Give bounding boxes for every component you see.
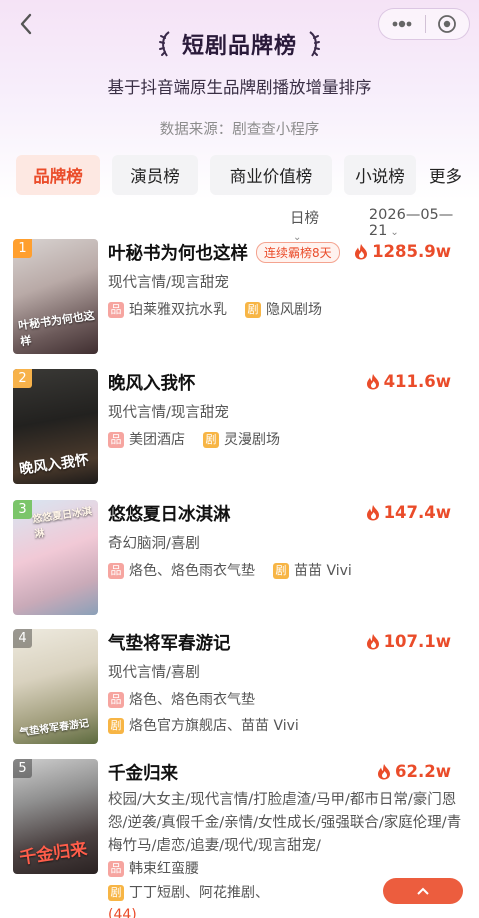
drama-title: 悠悠夏日冰淇淋 (108, 504, 231, 525)
brand-badge: 品 (108, 692, 124, 708)
drama-title: 气垫将军春游记 (108, 633, 231, 654)
more-button[interactable]: 更多 (429, 163, 462, 187)
floating-action-button[interactable] (383, 878, 463, 904)
cover-image: 4 气垫将军春游记 (13, 629, 98, 744)
heat-number: 62.2w (395, 762, 451, 781)
theater-badge: 剧 (108, 718, 124, 734)
flame-icon (378, 764, 391, 780)
laurel-icon (158, 31, 170, 57)
streak-badge: 连续霸榜8天 (256, 241, 340, 263)
rank-badge: 2 (13, 369, 32, 388)
heat-number: 411.6w (383, 372, 451, 391)
drama-title: 晚风入我怀 (108, 373, 196, 394)
drama-title: 叶秘书为何也这样 (108, 243, 248, 264)
rank-badge: 1 (13, 239, 32, 258)
theater-name: 隐风剧场 (266, 302, 322, 318)
cover-image: 1 叶秘书为何也这样 (13, 239, 98, 354)
heat-number: 107.1w (383, 632, 451, 651)
sponsor-line: 品 烙色、烙色雨衣气垫 剧 苗苗 Vivi (108, 560, 465, 582)
theater-name: 灵漫剧场 (224, 432, 280, 448)
cover-title: 千金归来 (18, 839, 89, 869)
brand-name: 美团酒店 (129, 432, 185, 448)
brand-name: 珀莱雅双抗水乳 (129, 302, 227, 318)
sponsor-line: 品 珀莱雅双抗水乳 剧 隐风剧场 (108, 299, 465, 321)
rank-badge: 3 (13, 500, 32, 519)
brand-badge: 品 (108, 861, 124, 877)
heat-number: 1285.9w (372, 242, 451, 261)
chevron-up-icon (417, 887, 429, 895)
theater-badge: 剧 (245, 302, 261, 318)
heat-value: 107.1w (366, 632, 451, 651)
theater-badge: 剧 (108, 885, 124, 901)
cover-image: 3 悠悠夏日冰淇淋 (13, 500, 98, 615)
cover-title: 晚风入我怀 (18, 452, 90, 478)
tab-novel[interactable]: 小说榜 (344, 155, 416, 195)
heat-value: 147.4w (366, 503, 451, 522)
brand-name: 烙色、烙色雨衣气垫 (129, 563, 255, 579)
theater-badge: 剧 (273, 563, 289, 579)
flame-icon (366, 374, 379, 390)
heat-number: 147.4w (383, 503, 451, 522)
page-title: 短剧品牌榜 (181, 34, 297, 59)
brand-badge: 品 (108, 302, 124, 318)
theater-name: 苗苗 Vivi (294, 563, 352, 579)
genre-text: 现代言情/现言甜宠 (108, 405, 229, 421)
theater-badge: 剧 (203, 432, 219, 448)
date-label: 2026—05—21 (368, 207, 454, 239)
heat-value: 1285.9w (354, 242, 451, 261)
laurel-icon (309, 31, 320, 57)
cover-title: 悠悠夏日冰淇淋 (31, 506, 93, 541)
tab-brand[interactable]: 品牌榜 (16, 155, 100, 195)
title-row: 短剧品牌榜 (0, 28, 479, 60)
brand-name: 烙色、烙色雨衣气垫 (129, 692, 255, 708)
item-info: 气垫将军春游记 107.1w 现代言情/喜剧 品 烙色、烙色雨衣气垫 剧 烙色官… (108, 629, 465, 737)
theater-name: 烙色官方旗舰店、苗苗 Vivi (129, 718, 299, 734)
heat-value: 62.2w (377, 762, 451, 781)
sponsor-line: 剧 烙色官方旗舰店、苗苗 Vivi (108, 715, 465, 737)
flame-icon (355, 244, 368, 260)
flame-icon (366, 505, 379, 521)
brand-badge: 品 (108, 432, 124, 448)
item-info: 悠悠夏日冰淇淋 147.4w 奇幻脑洞/喜剧 品 烙色、烙色雨衣气垫 剧 苗苗 … (108, 500, 465, 582)
caret-down-icon: ⌄ (390, 227, 399, 238)
brand-name: 韩束红蛮腰 (129, 861, 199, 877)
sponsor-line: 品 烙色、烙色雨衣气垫 (108, 689, 465, 711)
cover-image: 2 晚风入我怀 (13, 369, 98, 484)
item-info: 叶秘书为何也这样 连续霸榜8天 1285.9w 现代言情/现言甜宠 品 珀莱雅双… (108, 239, 465, 321)
subtitle: 基于抖音端原生品牌剧播放增量排序 (107, 78, 372, 97)
ranking-tabs: 品牌榜 演员榜 商业价值榜 小说榜 (16, 155, 416, 195)
genre-text: 现代言情/现言甜宠 (108, 275, 229, 291)
theater-count: (44) (108, 907, 137, 918)
genre-text: 现代言情/喜剧 (108, 665, 200, 681)
tab-commercial-value[interactable]: 商业价值榜 (210, 155, 332, 195)
rank-badge: 5 (13, 759, 32, 778)
theater-name: 丁丁短剧、阿花推剧、 (129, 885, 269, 901)
cover-title: 气垫将军春游记 (18, 718, 90, 739)
sponsor-line: 品 美团酒店 剧 灵漫剧场 (108, 429, 465, 451)
period-label: 日榜 (290, 211, 319, 227)
drama-title: 千金归来 (108, 763, 178, 784)
cover-image: 5 千金归来 (13, 759, 98, 874)
flame-icon (366, 634, 379, 650)
genre-text: 奇幻脑洞/喜剧 (108, 536, 200, 552)
tab-actor[interactable]: 演员榜 (112, 155, 198, 195)
sponsor-line: 品 韩束红蛮腰 (108, 858, 465, 880)
brand-badge: 品 (108, 563, 124, 579)
genre-text: 校园/大女主/现代言情/打脸虐渣/马甲/都市日常/豪门恩怨/逆袭/真假千金/亲情… (108, 792, 462, 854)
rank-badge: 4 (13, 629, 32, 648)
data-source: 数据来源：剧查查小程序 (159, 122, 320, 138)
cover-title: 叶秘书为何也这样 (17, 308, 96, 349)
heat-value: 411.6w (366, 372, 451, 391)
item-info: 晚风入我怀 411.6w 现代言情/现言甜宠 品 美团酒店 剧 灵漫剧场 (108, 369, 465, 451)
